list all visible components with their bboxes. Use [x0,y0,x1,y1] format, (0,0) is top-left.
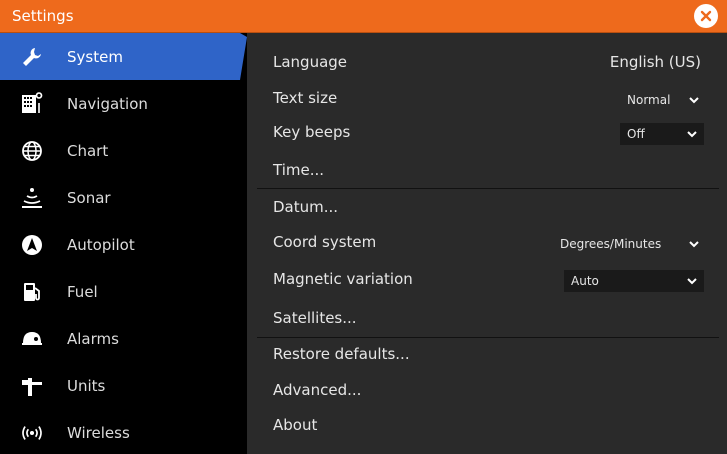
coord-system-dropdown[interactable]: Degrees/Minutes [553,233,706,255]
language-row[interactable]: Language English (US) [247,53,727,75]
close-button[interactable] [694,4,718,28]
sidebar-item-label: Alarms [67,329,119,348]
restore-defaults-row[interactable]: Restore defaults... [247,345,727,367]
datum-row[interactable]: Datum... [247,198,727,220]
sidebar-item-label: Chart [67,141,109,160]
language-value: English (US) [609,53,701,71]
settings-sidebar: System Navigation Chart Sonar Autopilot … [0,33,247,454]
satellites-row[interactable]: Satellites... [247,309,727,331]
advanced-label: Advanced... [273,381,362,399]
key-beeps-value: Off [627,127,645,141]
sidebar-item-navigation[interactable]: Navigation [0,80,247,127]
divider [257,337,719,338]
fuel-pump-icon [20,280,44,304]
sidebar-item-label: Autopilot [67,235,135,254]
sonar-icon [20,186,44,210]
text-size-label: Text size [273,89,338,107]
sidebar-item-chart[interactable]: Chart [0,127,247,174]
key-beeps-dropdown[interactable]: Off [620,123,704,145]
chevron-down-icon [687,131,697,138]
coord-system-value: Degrees/Minutes [560,237,662,251]
globe-icon [20,139,44,163]
text-size-value: Normal [627,93,671,107]
sidebar-item-system[interactable]: System [0,33,247,80]
key-beeps-label: Key beeps [273,123,351,141]
sidebar-item-fuel[interactable]: Fuel [0,268,247,315]
wireless-icon [20,421,44,445]
alarm-icon [20,327,44,351]
sidebar-item-label: Navigation [67,94,148,113]
close-icon [700,10,712,22]
system-settings-panel: Language English (US) Text size Normal K… [247,33,727,454]
advanced-row[interactable]: Advanced... [247,381,727,403]
magnetic-variation-value: Auto [571,274,599,288]
magnetic-variation-label: Magnetic variation [273,270,413,288]
language-label: Language [273,53,348,71]
sidebar-item-label: System [67,47,123,66]
text-size-dropdown[interactable]: Normal [620,89,706,111]
wrench-icon [20,45,44,69]
autopilot-icon [20,233,44,257]
time-row[interactable]: Time... [247,161,727,183]
restore-defaults-label: Restore defaults... [273,345,410,363]
chevron-down-icon [689,241,699,248]
navigation-icon [20,91,44,116]
chevron-down-icon [687,278,697,285]
satellites-label: Satellites... [273,309,357,327]
chevron-down-icon [689,97,699,104]
title-bar: Settings [0,0,727,33]
sidebar-item-label: Fuel [67,282,98,301]
about-row[interactable]: About [247,416,727,438]
sidebar-item-wireless[interactable]: Wireless [0,409,247,454]
sidebar-item-label: Units [67,376,106,395]
about-label: About [273,416,318,434]
divider [257,188,719,189]
sidebar-item-sonar[interactable]: Sonar [0,174,247,221]
window-title: Settings [12,7,74,25]
magnetic-variation-dropdown[interactable]: Auto [564,270,704,292]
sidebar-item-alarms[interactable]: Alarms [0,315,247,362]
sidebar-item-autopilot[interactable]: Autopilot [0,221,247,268]
sidebar-item-units[interactable]: Units [0,362,247,409]
datum-label: Datum... [273,198,339,216]
units-icon [20,374,44,398]
sidebar-item-label: Wireless [67,423,130,442]
coord-system-label: Coord system [273,233,377,251]
sidebar-item-label: Sonar [67,188,111,207]
time-label: Time... [273,161,325,179]
